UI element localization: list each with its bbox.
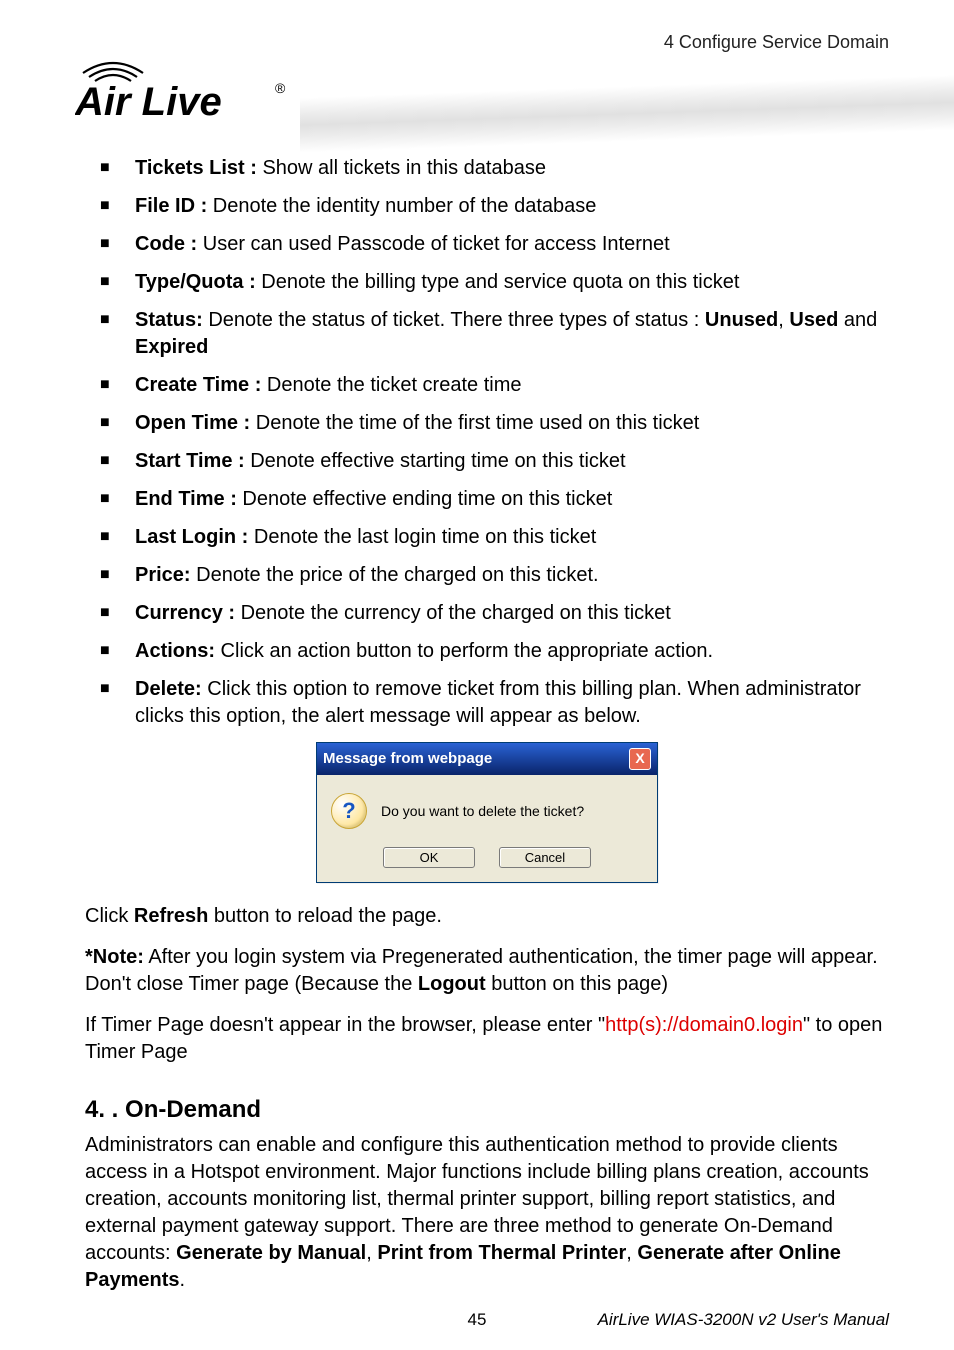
term: Delete: bbox=[135, 678, 202, 700]
list-item: Last Login : Denote the last login time … bbox=[100, 524, 889, 551]
definition: Click this option to remove ticket from … bbox=[135, 678, 861, 727]
definition: Denote the time of the first time used o… bbox=[250, 412, 699, 434]
definition: Denote the price of the charged on this … bbox=[191, 564, 599, 586]
term: Open Time : bbox=[135, 412, 250, 434]
term: Last Login : bbox=[135, 526, 248, 548]
definition: Denote effective starting time on this t… bbox=[245, 450, 626, 472]
list-item: Code : User can used Passcode of ticket … bbox=[100, 231, 889, 258]
close-icon[interactable]: X bbox=[629, 748, 651, 770]
list-item: File ID : Denote the identity number of … bbox=[100, 193, 889, 220]
term: Create Time : bbox=[135, 374, 261, 396]
term: Tickets List : bbox=[135, 157, 257, 179]
refresh-hint: Click Refresh button to reload the page. bbox=[85, 903, 889, 930]
status-used: Used bbox=[789, 309, 838, 331]
question-icon: ? bbox=[331, 793, 367, 829]
section-heading: 4. . On-Demand bbox=[85, 1094, 889, 1126]
term: End Time : bbox=[135, 488, 237, 510]
svg-text:®: ® bbox=[275, 80, 286, 96]
definition: Show all tickets in this database bbox=[257, 157, 546, 179]
timer-url: http(s)://domain0.login bbox=[605, 1014, 803, 1036]
status-expired: Expired bbox=[135, 336, 208, 358]
term: File ID : bbox=[135, 195, 207, 217]
section-body: Administrators can enable and configure … bbox=[85, 1132, 889, 1294]
header-gradient bbox=[300, 75, 954, 153]
manual-title: AirLive WIAS-3200N v2 User's Manual bbox=[598, 1310, 889, 1330]
definition: Denote the last login time on this ticke… bbox=[248, 526, 596, 548]
list-item: Status: Denote the status of ticket. The… bbox=[100, 307, 889, 361]
confirm-dialog: Message from webpage X ? Do you want to … bbox=[316, 742, 658, 883]
page-number: 45 bbox=[468, 1310, 487, 1330]
term: Status: bbox=[135, 309, 203, 331]
dialog-title-text: Message from webpage bbox=[323, 749, 492, 769]
list-item: Open Time : Denote the time of the first… bbox=[100, 410, 889, 437]
list-item: Type/Quota : Denote the billing type and… bbox=[100, 269, 889, 296]
definition: Denote effective ending time on this tic… bbox=[237, 488, 612, 510]
dialog-titlebar: Message from webpage X bbox=[317, 743, 657, 775]
section-title: On-Demand bbox=[118, 1096, 261, 1123]
cancel-button[interactable]: Cancel bbox=[499, 847, 591, 868]
refresh-label: Refresh bbox=[134, 905, 208, 927]
term: Code : bbox=[135, 233, 197, 255]
breadcrumb: 4 Configure Service Domain bbox=[664, 32, 889, 53]
list-item: Actions: Click an action button to perfo… bbox=[100, 638, 889, 665]
definition: Denote the status of ticket. There three… bbox=[203, 309, 705, 331]
definition: Denote the ticket create time bbox=[261, 374, 521, 396]
definition-list: Tickets List : Show all tickets in this … bbox=[100, 155, 889, 730]
list-item: End Time : Denote effective ending time … bbox=[100, 486, 889, 513]
definition: Click an action button to perform the ap… bbox=[215, 640, 713, 662]
ok-button[interactable]: OK bbox=[383, 847, 475, 868]
svg-text:Air Live: Air Live bbox=[75, 80, 222, 124]
definition: Denote the identity number of the databa… bbox=[207, 195, 596, 217]
term: Start Time : bbox=[135, 450, 245, 472]
method-manual: Generate by Manual bbox=[176, 1242, 366, 1264]
dialog-message: Do you want to delete the ticket? bbox=[381, 802, 584, 821]
list-item: Start Time : Denote effective starting t… bbox=[100, 448, 889, 475]
definition: User can used Passcode of ticket for acc… bbox=[197, 233, 669, 255]
term: Actions: bbox=[135, 640, 215, 662]
status-unused: Unused bbox=[705, 309, 778, 331]
list-item: Price: Denote the price of the charged o… bbox=[100, 562, 889, 589]
timer-paragraph: If Timer Page doesn't appear in the brow… bbox=[85, 1012, 889, 1066]
list-item: Tickets List : Show all tickets in this … bbox=[100, 155, 889, 182]
term: Price: bbox=[135, 564, 191, 586]
term: Currency : bbox=[135, 602, 235, 624]
method-printer: Print from Thermal Printer bbox=[377, 1242, 626, 1264]
brand-logo: Air Live ® bbox=[75, 55, 290, 125]
logout-label: Logout bbox=[418, 973, 486, 995]
note-label: *Note: bbox=[85, 946, 144, 968]
list-item: Currency : Denote the currency of the ch… bbox=[100, 600, 889, 627]
definition: Denote the billing type and service quot… bbox=[256, 271, 740, 293]
list-item: Delete: Click this option to remove tick… bbox=[100, 676, 889, 730]
note-paragraph: *Note: After you login system via Pregen… bbox=[85, 944, 889, 998]
term: Type/Quota : bbox=[135, 271, 256, 293]
section-number: 4. . bbox=[85, 1096, 118, 1123]
list-item: Create Time : Denote the ticket create t… bbox=[100, 372, 889, 399]
definition: Denote the currency of the charged on th… bbox=[235, 602, 671, 624]
